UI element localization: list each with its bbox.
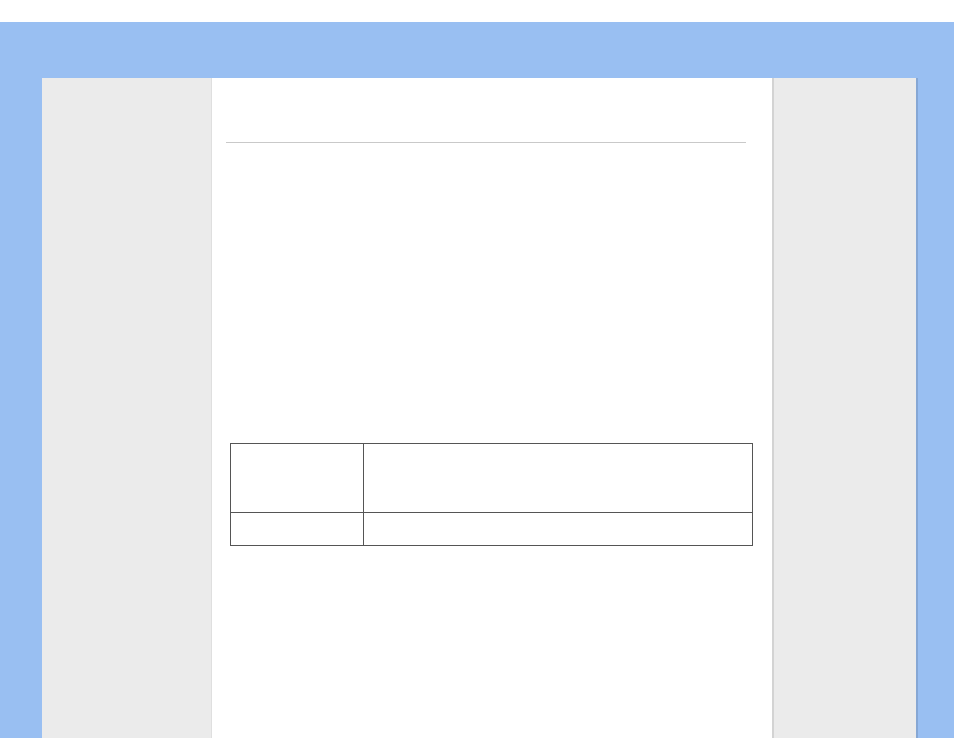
app-frame [0,22,954,738]
table-cell[interactable] [231,444,364,513]
document-page[interactable] [212,78,772,738]
table-cell[interactable] [364,444,753,513]
table-row[interactable] [231,444,753,513]
table-cell[interactable] [364,513,753,546]
document-table[interactable] [230,443,753,546]
table-cell[interactable] [231,513,364,546]
table-row[interactable] [231,513,753,546]
horizontal-rule [226,142,746,143]
document-workspace[interactable] [42,78,916,738]
